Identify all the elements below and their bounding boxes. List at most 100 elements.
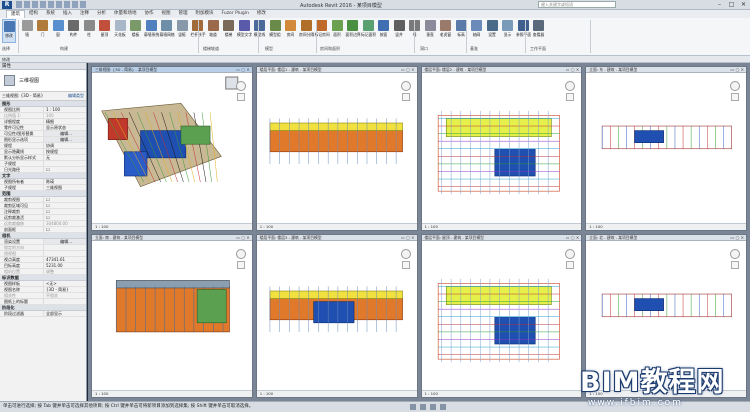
property-value[interactable]: ☐ <box>44 203 86 208</box>
property-value[interactable]: 显示原状态 <box>44 125 86 130</box>
links-icon[interactable] <box>440 404 446 410</box>
property-value[interactable]: 精细 <box>44 119 86 124</box>
tab-4[interactable]: 注释 <box>76 10 93 18</box>
property-value[interactable]: {3D - 简易} <box>44 287 86 292</box>
undo-icon[interactable] <box>32 1 38 8</box>
property-value[interactable]: ☐ <box>44 167 86 172</box>
navigation-bar[interactable] <box>235 248 246 271</box>
view-canvas[interactable] <box>422 241 582 391</box>
design-option-icon[interactable] <box>420 404 426 410</box>
property-value[interactable] <box>44 245 86 250</box>
property-value[interactable]: 不相关 <box>44 293 86 298</box>
minimize-button[interactable]: – <box>715 1 724 8</box>
ribbon-button-24[interactable]: 按面 <box>377 19 391 43</box>
navigation-bar[interactable] <box>400 248 411 271</box>
property-value[interactable] <box>44 161 86 166</box>
view-canvas[interactable] <box>586 73 746 223</box>
navigation-bar[interactable] <box>565 248 576 271</box>
ribbon-button-34[interactable]: 查看器 <box>532 19 546 43</box>
maximize-button[interactable]: □ <box>727 1 736 8</box>
app-logo[interactable]: R <box>2 1 12 9</box>
property-value[interactable]: 协调 <box>44 143 86 148</box>
property-value[interactable]: 陈瑛 <box>44 179 86 184</box>
ribbon-button-28[interactable]: 老虎窗 <box>439 19 453 43</box>
ribbon-button-3[interactable]: 窗 <box>51 19 65 43</box>
ribbon-button-11[interactable]: 竖梃 <box>175 19 189 43</box>
property-edit-button[interactable]: 编辑... <box>44 131 86 136</box>
navigation-bar[interactable] <box>730 248 740 271</box>
ribbon-button-19[interactable]: 房间分隔 <box>299 19 314 43</box>
tab-8[interactable]: 视图 <box>158 10 175 18</box>
ribbon-button-32[interactable]: 显示 <box>501 19 515 43</box>
ribbon-button-2[interactable]: 门 <box>36 19 50 43</box>
workset-icon[interactable] <box>410 404 416 410</box>
steering-wheel-icon[interactable] <box>565 248 576 259</box>
property-value[interactable]: 5231.00 <box>44 263 86 268</box>
property-value[interactable]: 全部显示 <box>44 311 86 316</box>
property-value[interactable]: 按规程 <box>44 149 86 154</box>
property-edit-button[interactable]: 编辑... <box>44 137 86 142</box>
navigation-bar[interactable] <box>730 81 740 103</box>
view-scale[interactable]: 1 : 100 <box>260 224 273 229</box>
ribbon-button-14[interactable]: 楼梯 <box>222 19 236 43</box>
navigation-bar[interactable] <box>235 81 246 103</box>
property-value[interactable]: 100 <box>44 113 86 118</box>
tab-12[interactable]: 修改 <box>253 10 270 18</box>
open-icon[interactable] <box>16 1 22 8</box>
steering-wheel-icon[interactable] <box>235 81 246 91</box>
steering-wheel-icon[interactable] <box>235 248 246 259</box>
view-window-3[interactable]: 立面: 东 - 建筑 - 某项目模型 ▭ ▢ ✕ 1 : 100 <box>585 66 747 231</box>
measure-icon[interactable] <box>56 1 62 8</box>
text-icon[interactable] <box>64 1 70 8</box>
steering-wheel-icon[interactable] <box>730 248 740 259</box>
ribbon-button-22[interactable]: 面积边界 <box>346 19 361 43</box>
navigation-bar[interactable] <box>565 81 576 103</box>
view-scale[interactable]: 1 : 100 <box>95 391 108 396</box>
ribbon-button-25[interactable]: 竖井 <box>392 19 406 43</box>
view-scale[interactable]: 1 : 100 <box>589 224 602 229</box>
ribbon-button-15[interactable]: 模型文字 <box>237 19 252 43</box>
property-value[interactable]: 无 <box>44 155 86 160</box>
save-icon[interactable] <box>24 1 30 8</box>
property-value[interactable]: <无> <box>44 281 86 286</box>
steering-wheel-icon[interactable] <box>730 81 740 91</box>
zoom-icon[interactable] <box>401 93 410 101</box>
ribbon-button-5[interactable]: 柱 <box>82 19 96 43</box>
zoom-icon[interactable] <box>566 260 575 269</box>
view-scale[interactable]: 1 : 100 <box>425 224 438 229</box>
steering-wheel-icon[interactable] <box>400 248 411 259</box>
zoom-icon[interactable] <box>731 93 739 101</box>
view-canvas[interactable] <box>92 73 252 223</box>
view-window-4[interactable]: 立面: 南 - 建筑 - 某项目模型 ▭ ▢ ✕ 1 : 100 <box>91 233 253 398</box>
property-value[interactable]: ☐ <box>44 197 86 202</box>
ribbon-button-17[interactable]: 模型组 <box>268 19 282 43</box>
ribbon-button-18[interactable]: 房间 <box>284 19 298 43</box>
view-scale[interactable]: 1 : 100 <box>95 224 108 229</box>
ribbon-button-30[interactable]: 轴网 <box>470 19 484 43</box>
property-value[interactable]: ☐ <box>44 227 86 232</box>
redo-icon[interactable] <box>40 1 46 8</box>
view-canvas[interactable] <box>92 241 252 391</box>
tab-3[interactable]: 插入 <box>59 10 76 18</box>
property-edit-button[interactable]: 编辑... <box>44 239 86 244</box>
edit-type-button[interactable]: 编辑类型 <box>68 93 84 99</box>
type-selector[interactable]: 三维视图 <box>0 70 86 92</box>
property-value[interactable]: 304800.00 <box>44 221 86 226</box>
ribbon-button-1[interactable]: 墙 <box>20 19 34 43</box>
steering-wheel-icon[interactable] <box>400 81 411 91</box>
search-input[interactable]: 键入关键字或短语 <box>538 1 616 8</box>
tab-6[interactable]: 体量和场地 <box>110 10 141 18</box>
ribbon-button-31[interactable]: 设置 <box>485 19 499 43</box>
navigation-bar[interactable] <box>400 81 411 103</box>
section-icon[interactable] <box>80 1 86 8</box>
property-value[interactable]: ☐ <box>44 209 86 214</box>
ribbon-button-27[interactable]: 垂直 <box>423 19 437 43</box>
zoom-icon[interactable] <box>236 93 245 101</box>
property-value[interactable]: 1 : 100 <box>44 107 86 112</box>
view-canvas[interactable] <box>257 241 417 391</box>
ribbon-button-0[interactable]: 修改 <box>2 19 16 43</box>
view-scale[interactable]: 1 : 100 <box>425 391 438 396</box>
view-window-6[interactable]: 楼层平面: 屋顶 - 建筑 - 某项目模型 ▭ ▢ ✕ 1 : 100 <box>420 233 583 398</box>
view-window-1[interactable]: 楼层平面: 楼层1 - 建筑 - 某项目模型 ▭ ▢ ✕ 1 : 100 <box>255 66 418 231</box>
view-window-5[interactable]: 楼层平面: 楼层3 - 建筑 - 某项目模型 ▭ ▢ ✕ 1 : 100 <box>255 233 418 398</box>
